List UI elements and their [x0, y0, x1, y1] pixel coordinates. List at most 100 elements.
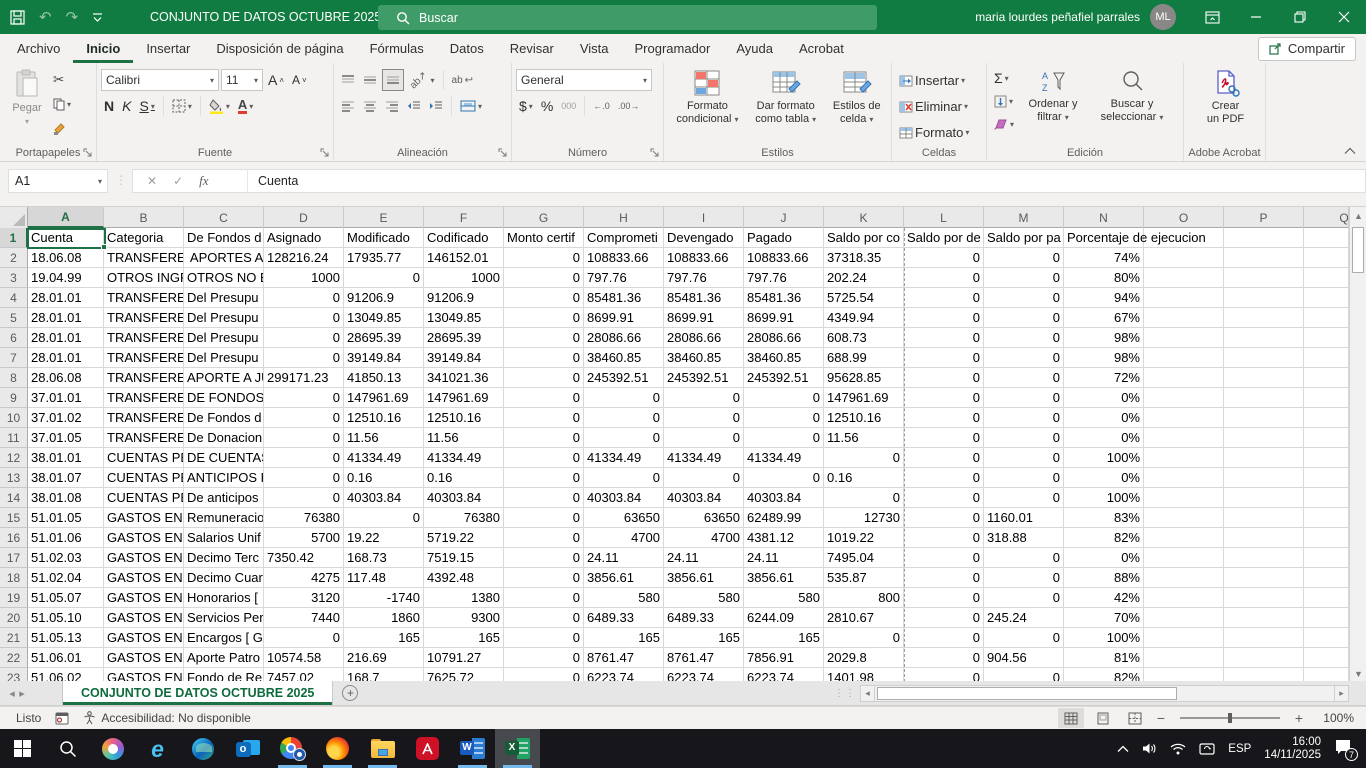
wifi-icon[interactable] [1170, 743, 1186, 755]
cell-G16[interactable]: 0 [504, 528, 584, 548]
align-top-icon[interactable] [338, 69, 358, 91]
cell-K14[interactable]: 0 [824, 488, 904, 508]
cell-C8[interactable]: APORTE A JU [184, 368, 264, 388]
col-header-C[interactable]: C [184, 207, 264, 228]
cell-I12[interactable]: 41334.49 [664, 448, 744, 468]
cell-K22[interactable]: 2029.8 [824, 648, 904, 668]
cell-A1[interactable]: Cuenta [28, 228, 104, 248]
cell-O13[interactable] [1144, 468, 1224, 488]
italic-button[interactable]: K [119, 95, 134, 117]
cell-F1[interactable]: Codificado [424, 228, 504, 248]
cell-Q19[interactable] [1304, 588, 1349, 608]
cell-C11[interactable]: De Donacion [184, 428, 264, 448]
cell-J16[interactable]: 4381.12 [744, 528, 824, 548]
cell-H12[interactable]: 41334.49 [584, 448, 664, 468]
cell-C22[interactable]: Aporte Patro [184, 648, 264, 668]
cell-B20[interactable]: GASTOS EN F [104, 608, 184, 628]
font-name-select[interactable]: Calibri▾ [101, 69, 219, 91]
cell-O21[interactable] [1144, 628, 1224, 648]
cell-F20[interactable]: 9300 [424, 608, 504, 628]
cell-E16[interactable]: 19.22 [344, 528, 424, 548]
cell-M4[interactable]: 0 [984, 288, 1064, 308]
cell-P17[interactable] [1224, 548, 1304, 568]
cell-F3[interactable]: 1000 [424, 268, 504, 288]
cell-M5[interactable]: 0 [984, 308, 1064, 328]
cell-K1[interactable]: Saldo por co [824, 228, 904, 248]
cell-Q1[interactable] [1304, 228, 1349, 248]
cell-G1[interactable]: Monto certif [504, 228, 584, 248]
currency-format-button[interactable]: $▾ [516, 95, 536, 117]
scroll-up-icon[interactable]: ▲ [1350, 207, 1366, 224]
name-box-dropdown-icon[interactable]: ▾ [98, 177, 107, 186]
cell-G10[interactable]: 0 [504, 408, 584, 428]
cell-A2[interactable]: 18.06.08 [28, 248, 104, 268]
excel-button[interactable]: X [495, 729, 540, 768]
horizontal-scroll-track[interactable] [875, 685, 1334, 702]
cell-Q7[interactable] [1304, 348, 1349, 368]
cell-L8[interactable]: 0 [904, 368, 984, 388]
search-box[interactable]: Buscar [378, 5, 877, 30]
cell-C9[interactable]: DE FONDOS ( [184, 388, 264, 408]
cell-L11[interactable]: 0 [904, 428, 984, 448]
cell-E22[interactable]: 216.69 [344, 648, 424, 668]
cell-J3[interactable]: 797.76 [744, 268, 824, 288]
col-header-G[interactable]: G [504, 207, 584, 228]
cell-H18[interactable]: 3856.61 [584, 568, 664, 588]
page-break-view-button[interactable] [1122, 708, 1148, 728]
row-header-2[interactable]: 2 [0, 248, 28, 268]
cell-Q13[interactable] [1304, 468, 1349, 488]
row-header-13[interactable]: 13 [0, 468, 28, 488]
cell-K4[interactable]: 5725.54 [824, 288, 904, 308]
cell-K7[interactable]: 688.99 [824, 348, 904, 368]
cell-M16[interactable]: 318.88 [984, 528, 1064, 548]
cell-G21[interactable]: 0 [504, 628, 584, 648]
start-button[interactable] [0, 729, 45, 768]
col-header-A[interactable]: A [28, 207, 104, 228]
cell-C5[interactable]: Del Presupu [184, 308, 264, 328]
tab-insertar[interactable]: Insertar [133, 34, 203, 63]
cell-H4[interactable]: 85481.36 [584, 288, 664, 308]
cell-Q22[interactable] [1304, 648, 1349, 668]
cell-G12[interactable]: 0 [504, 448, 584, 468]
col-header-I[interactable]: I [664, 207, 744, 228]
sort-filter-button[interactable]: AZ Ordenar y filtrar ▾ [1017, 67, 1089, 145]
cell-Q9[interactable] [1304, 388, 1349, 408]
cell-L12[interactable]: 0 [904, 448, 984, 468]
cell-D18[interactable]: 4275 [264, 568, 344, 588]
minimize-button[interactable] [1234, 0, 1278, 34]
internet-explorer-button[interactable]: e [135, 729, 180, 768]
cell-M13[interactable]: 0 [984, 468, 1064, 488]
cell-M19[interactable]: 0 [984, 588, 1064, 608]
cell-G9[interactable]: 0 [504, 388, 584, 408]
cell-H7[interactable]: 38460.85 [584, 348, 664, 368]
font-size-select[interactable]: 11▾ [221, 69, 263, 91]
cell-I2[interactable]: 108833.66 [664, 248, 744, 268]
align-right-icon[interactable] [382, 95, 402, 117]
autosum-button[interactable]: Σ▾ [991, 67, 1017, 89]
cell-K9[interactable]: 147961.69 [824, 388, 904, 408]
cell-J14[interactable]: 40303.84 [744, 488, 824, 508]
cell-J13[interactable]: 0 [744, 468, 824, 488]
cell-G11[interactable]: 0 [504, 428, 584, 448]
cell-B9[interactable]: TRANSFEREN [104, 388, 184, 408]
col-header-B[interactable]: B [104, 207, 184, 228]
cell-F2[interactable]: 146152.01 [424, 248, 504, 268]
cell-M18[interactable]: 0 [984, 568, 1064, 588]
cell-D20[interactable]: 7440 [264, 608, 344, 628]
cell-E4[interactable]: 91206.9 [344, 288, 424, 308]
cell-N10[interactable]: 0% [1064, 408, 1144, 428]
cell-P19[interactable] [1224, 588, 1304, 608]
cell-G13[interactable]: 0 [504, 468, 584, 488]
cell-H3[interactable]: 797.76 [584, 268, 664, 288]
cell-M15[interactable]: 1160.01 [984, 508, 1064, 528]
cell-L7[interactable]: 0 [904, 348, 984, 368]
cell-O23[interactable] [1144, 668, 1224, 682]
format-as-table-button[interactable]: Dar formato como tabla ▾ [751, 67, 820, 145]
col-header-O[interactable]: O [1144, 207, 1224, 228]
cell-K3[interactable]: 202.24 [824, 268, 904, 288]
cell-A9[interactable]: 37.01.01 [28, 388, 104, 408]
firefox-button[interactable] [315, 729, 360, 768]
row-header-6[interactable]: 6 [0, 328, 28, 348]
cell-F16[interactable]: 5719.22 [424, 528, 504, 548]
zoom-level[interactable]: 100% [1312, 711, 1354, 725]
